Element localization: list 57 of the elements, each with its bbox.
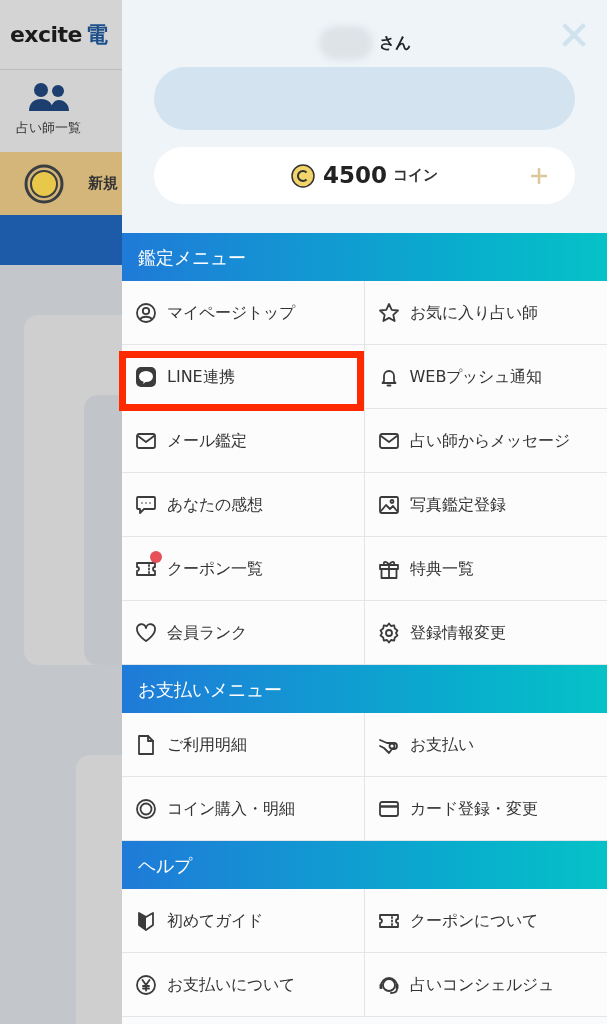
user-icon xyxy=(135,301,157,324)
menu-item[interactable]: コイン購入・明細 xyxy=(122,777,365,841)
people-icon[interactable] xyxy=(28,82,69,112)
menu-item[interactable]: 会員ランク xyxy=(122,601,365,665)
coin-amount: 4500 xyxy=(323,161,387,191)
plus-icon[interactable] xyxy=(531,167,547,184)
nav-item[interactable]: 占い師一覧 xyxy=(16,118,81,138)
section-title: ヘルプ xyxy=(138,853,192,878)
close-icon[interactable] xyxy=(562,23,586,47)
coin-icon xyxy=(24,163,64,204)
banner-text: 新規 xyxy=(88,173,118,195)
menu-item-label: カード登録・変更 xyxy=(409,797,538,820)
image-icon xyxy=(377,493,400,516)
settings-icon xyxy=(377,621,400,644)
menu-item[interactable]: 初めてガイド xyxy=(122,889,365,953)
menu-item-label: 会員ランク xyxy=(167,621,247,644)
coin-balance-bar[interactable]: 4500 コイン xyxy=(154,147,575,204)
menu-item-label: 写真鑑定登録 xyxy=(409,493,506,516)
star-icon xyxy=(377,301,400,324)
menu-item-label: WEBプッシュ通知 xyxy=(409,365,543,388)
menu-item-label: クーポンについて xyxy=(409,909,538,932)
menu-item[interactable]: LINE連携 xyxy=(122,345,365,409)
menu-item[interactable]: メール鑑定 xyxy=(122,409,365,473)
menu-item-label: ご利用明細 xyxy=(167,733,247,756)
menu-item-label: LINE連携 xyxy=(167,365,235,388)
menu-item[interactable]: あなたの感想 xyxy=(122,473,365,537)
menu-item[interactable]: マイページトップ xyxy=(122,281,365,345)
menu-item-label: マイページトップ xyxy=(167,301,295,324)
menu-item-label: 占い師からメッセージ xyxy=(409,429,570,452)
user-name-suffix: さん xyxy=(378,32,411,54)
speech-bubble-icon xyxy=(135,493,157,516)
menu-item[interactable]: お支払いについて xyxy=(122,953,365,1017)
menu-item-label: 初めてガイド xyxy=(167,909,263,932)
ring-icon xyxy=(135,797,157,820)
menu-item[interactable]: クーポン一覧 xyxy=(122,537,365,601)
coin-unit: コイン xyxy=(393,165,438,187)
menu-item-label: お支払いについて xyxy=(167,973,295,996)
beginner-mark-icon xyxy=(135,909,157,932)
menu-item-label: コイン購入・明細 xyxy=(167,797,295,820)
menu-item[interactable]: ご利用明細 xyxy=(122,713,365,777)
coin-icon xyxy=(291,163,315,188)
menu-item-label: 特典一覧 xyxy=(409,557,474,580)
section-title: お支払いメニュー xyxy=(138,677,282,702)
menu-item-label: クーポン一覧 xyxy=(167,557,263,580)
logo-suffix: 電 xyxy=(85,21,108,49)
heart-icon xyxy=(135,621,157,644)
menu-item-label: 占いコンシェルジュ xyxy=(409,973,554,996)
menu-item-label: お気に入り占い師 xyxy=(409,301,538,324)
menu-item-label: メール鑑定 xyxy=(167,429,247,452)
chat-bubble-icon xyxy=(135,365,157,388)
yen-icon xyxy=(135,973,157,996)
section-title: 鑑定メニュー xyxy=(138,245,246,270)
site-logo[interactable]: excite xyxy=(10,18,82,51)
menu-item-label: 登録情報変更 xyxy=(409,621,506,644)
document-icon xyxy=(135,733,157,756)
menu-item-label: お支払い xyxy=(409,733,474,756)
menu-item-label: あなたの感想 xyxy=(167,493,263,516)
